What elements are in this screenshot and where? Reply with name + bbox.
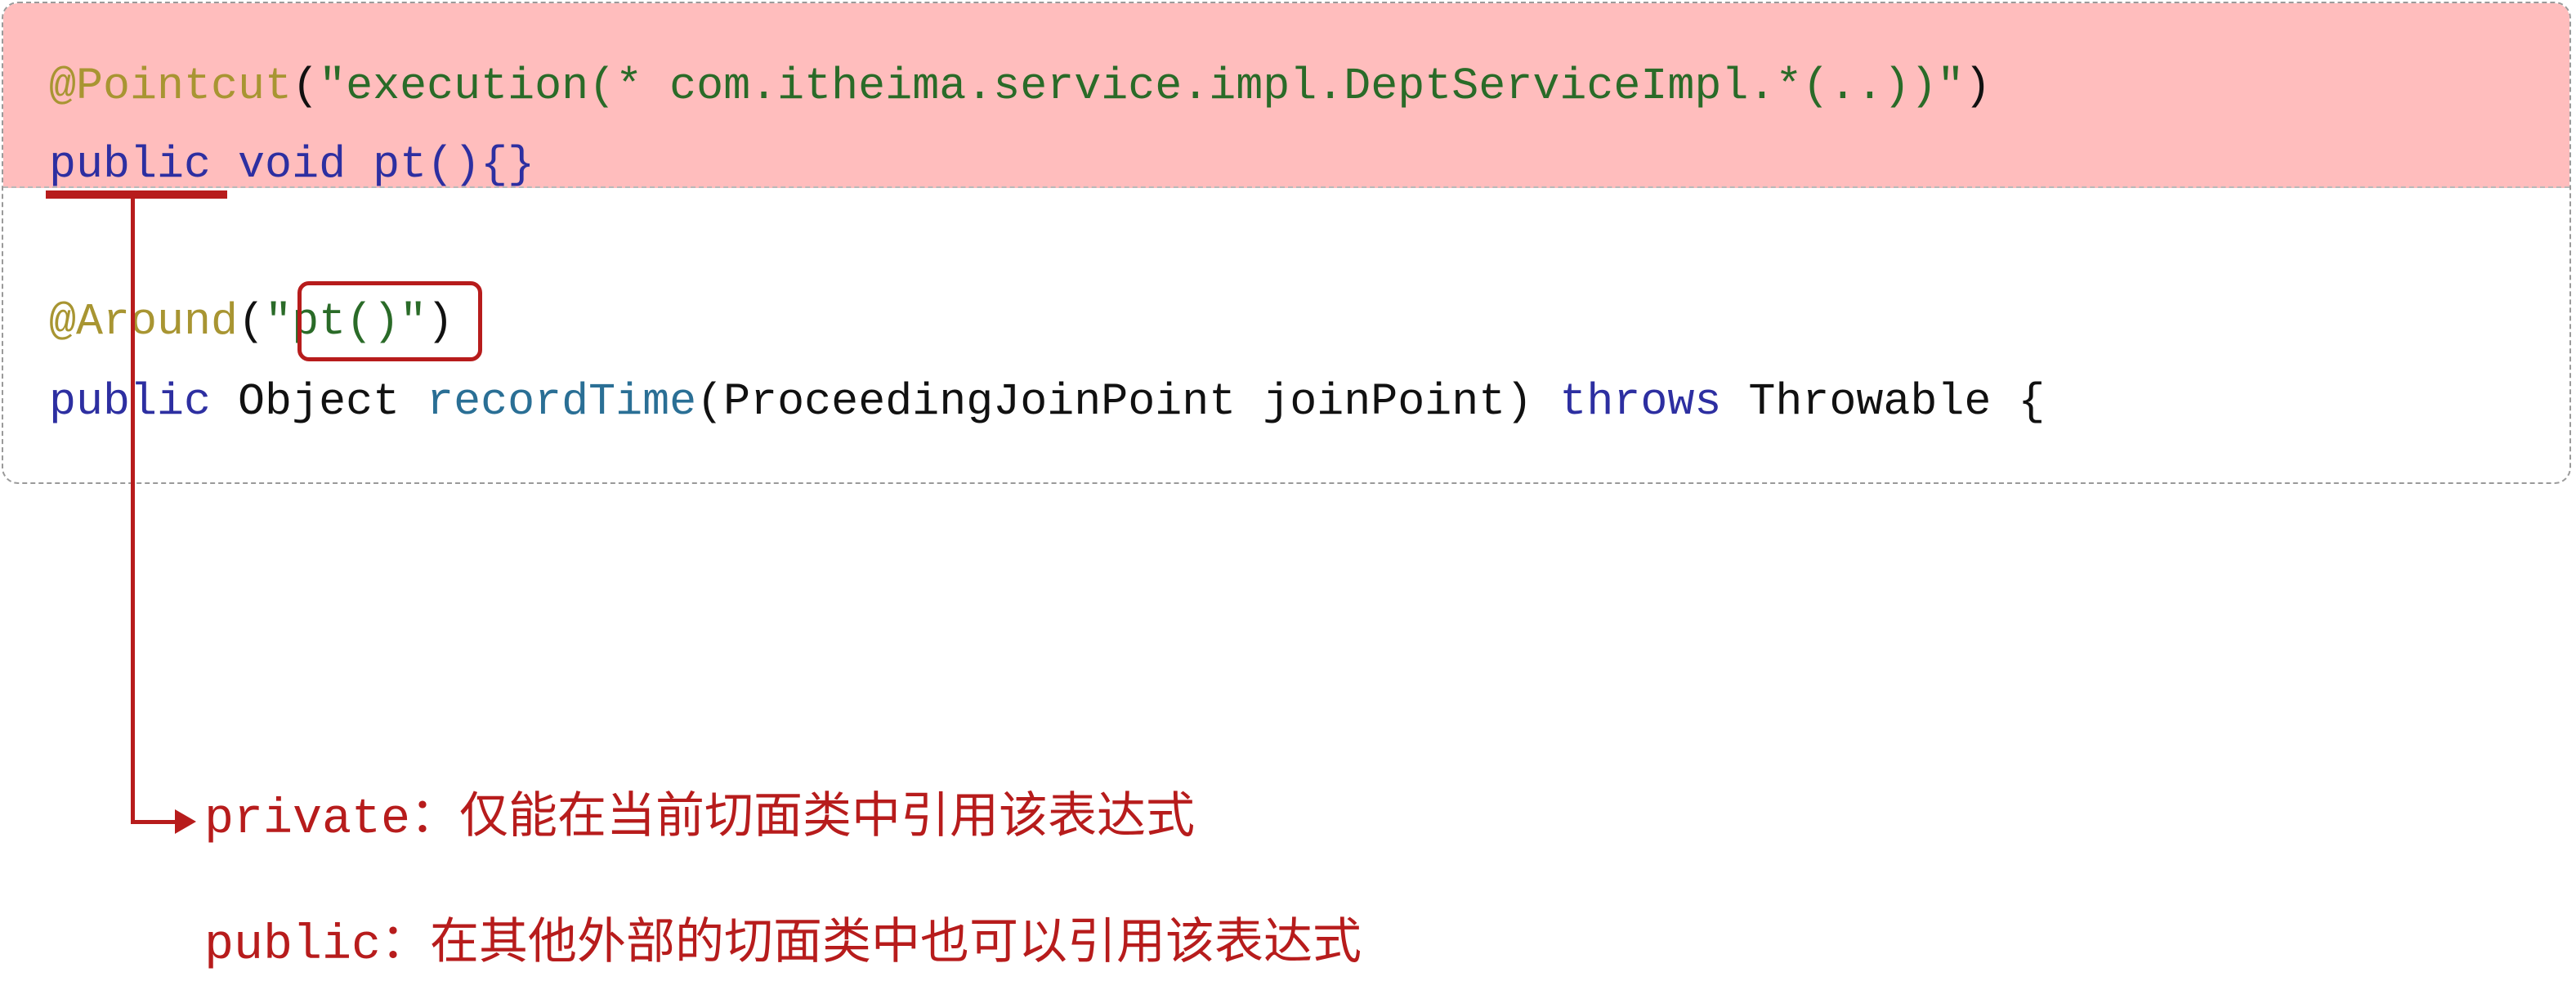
code-line-pointcut: @Pointcut("execution(* com.itheima.servi…	[49, 64, 1991, 109]
pointcut-expression: "execution(* com.itheima.service.impl.De…	[319, 60, 1965, 112]
code-snippet-box: @Pointcut("execution(* com.itheima.servi…	[2, 2, 2571, 484]
paren-open: (	[238, 296, 266, 347]
note-public-keyword: public	[204, 918, 382, 974]
connector-line-horizontal	[131, 820, 180, 824]
note-private: private：仅能在当前切面类中引用该表达式	[204, 791, 1195, 844]
exception-type: Throwable {	[1721, 376, 2046, 428]
public-underline	[46, 190, 227, 199]
paren-close: )	[1964, 60, 1992, 112]
public-modifier: public	[49, 139, 212, 190]
note-public-text: ：在其他外部的切面类中也可以引用该表达式	[381, 913, 1362, 970]
connector-line-vertical	[131, 195, 135, 824]
pointcut-annotation: @Pointcut	[49, 60, 293, 112]
arrow-right-icon	[175, 809, 196, 834]
method-params: (ProceedingJoinPoint joinPoint)	[696, 376, 1560, 428]
paren-open: (	[292, 60, 320, 112]
code-line-record-time: public Object recordTime(ProceedingJoinP…	[49, 379, 2045, 424]
note-public: public：在其他外部的切面类中也可以引用该表达式	[204, 917, 1362, 970]
return-type: Object	[211, 376, 427, 428]
method-name: recordTime	[427, 376, 697, 428]
note-private-keyword: private	[204, 792, 411, 848]
note-private-text: ：仅能在当前切面类中引用该表达式	[410, 787, 1196, 844]
pt-method-signature: void pt(){}	[211, 139, 535, 190]
pt-reference-box	[297, 281, 482, 361]
throws-keyword: throws	[1559, 376, 1722, 428]
code-line-pt-method: public void pt(){}	[49, 142, 534, 187]
around-annotation: @Around	[49, 296, 239, 347]
